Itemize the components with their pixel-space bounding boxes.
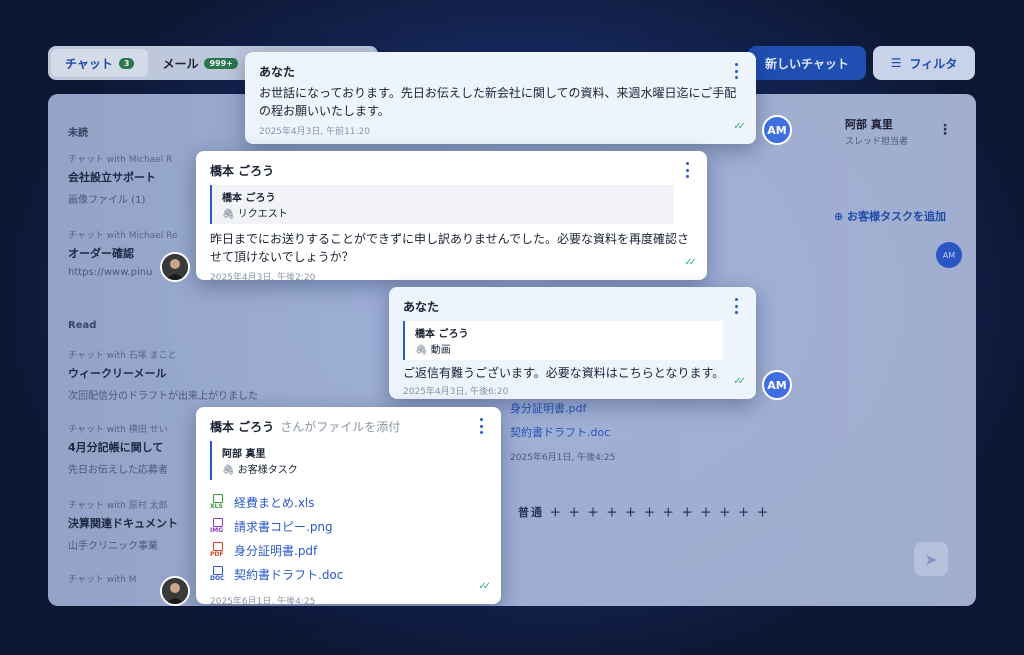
tab-mail[interactable]: メール 999+ — [148, 49, 251, 77]
unread-section-label: 未読 — [68, 128, 88, 139]
thread-menu-icon[interactable]: ⋮ — [938, 122, 952, 138]
paperclip-icon: 🖇 — [222, 465, 235, 476]
tab-chat-count: 3 — [118, 57, 135, 69]
reply-quote[interactable]: 橋本 ごろう 🖇 リクエスト — [210, 185, 674, 224]
list-item[interactable]: チャット with 石塚 まこと ウィークリーメール 次回配信分のドラフトが出来… — [68, 348, 408, 402]
read-check-icon: ✓✓ — [684, 257, 697, 268]
reply-quote[interactable]: 橋本 ごろう 🖇 動画 — [403, 321, 723, 360]
sender-name: あなた — [403, 300, 440, 314]
more-options-icon[interactable] — [475, 418, 487, 434]
attachment-list: XLS 経費まとめ.xls IMG 請求書コピー.png PDF 身分証明書.p… — [210, 490, 487, 586]
paperclip-icon: 🖇 — [415, 345, 428, 356]
avatar — [160, 252, 190, 282]
more-options-icon[interactable] — [730, 298, 742, 314]
filter-button[interactable]: ☰ フィルタ — [873, 46, 975, 80]
message-text: お世話になっております。先日お伝えした新会社に関しての資料、来週水曜日迄にご手配… — [259, 86, 737, 118]
message-time: 2025年6月1日, 午後4:25 — [510, 453, 616, 463]
pdf-file-icon: PDF — [210, 542, 226, 558]
sender-name: 橋本 ごろう — [210, 164, 275, 178]
file-link[interactable]: 契約書ドラフト.doc — [510, 424, 610, 440]
attachment-doc[interactable]: DOC 契約書ドラフト.doc — [210, 562, 487, 586]
sender-name: 橋本 ごろう さんがファイルを添付 — [210, 420, 401, 434]
message-time: 2025年4月3日, 午後6:20 — [403, 387, 509, 397]
attachment-xls[interactable]: XLS 経費まとめ.xls — [210, 490, 487, 514]
message-bubble-own: あなた 橋本 ごろう 🖇 動画 ご返信有難うございます。必要な資料はこちらとなりま… — [389, 287, 756, 399]
filter-icon: ☰ — [890, 56, 902, 70]
read-check-icon: ✓✓ — [733, 376, 746, 387]
doc-file-icon: DOC — [210, 566, 226, 582]
message-time: 2025年4月3日, 午後2:20 — [210, 273, 316, 283]
paperclip-icon: 🖇 — [222, 209, 235, 220]
new-chat-button[interactable]: 新しいチャット — [748, 46, 866, 80]
message-bubble: 橋本 ごろう 橋本 ごろう 🖇 リクエスト 昨日までにお送りすることができずに申し… — [196, 151, 707, 283]
thread-owner-name: 阿部 真里 — [845, 118, 893, 131]
send-button[interactable]: ➤ — [914, 542, 948, 576]
avatar — [160, 576, 190, 606]
tab-mail-count: 999+ — [204, 57, 238, 69]
message-time: 2025年6月1日, 午後4:25 — [210, 597, 316, 607]
avatar: AM — [936, 242, 962, 268]
tab-chat[interactable]: チャット 3 — [51, 49, 149, 77]
message-bubble-own: あなた お世話になっております。先日お伝えした新会社に関しての資料、来週水曜日迄… — [245, 52, 756, 144]
message-bubble: 橋本 ごろう さんがファイルを添付 阿部 真里 🖇 お客様タスク XLS 経費まとめ… — [196, 407, 501, 607]
avatar: AM — [762, 370, 792, 400]
reply-quote[interactable]: 阿部 真里 🖇 お客様タスク — [210, 441, 330, 480]
composer-input[interactable]: 普通 ＋ ＋ ＋ ＋ ＋ ＋ ＋ ＋ ＋ ＋ ＋ ＋ — [518, 504, 770, 520]
attachment-png[interactable]: IMG 請求書コピー.png — [210, 514, 487, 538]
more-options-icon[interactable] — [730, 63, 742, 79]
spreadsheet-file-icon: XLS — [210, 494, 226, 510]
add-task-button[interactable]: ⊕ お客様タスクを追加 — [834, 208, 946, 224]
image-file-icon: IMG — [210, 518, 226, 534]
attach-note: さんがファイルを添付 — [280, 420, 401, 434]
file-link[interactable]: 身分証明書.pdf — [510, 400, 586, 416]
message-text: 昨日までにお送りすることができずに申し訳ありませんでした。必要な資料を再度確認さ… — [210, 232, 690, 264]
more-options-icon[interactable] — [681, 162, 693, 178]
read-check-icon: ✓✓ — [733, 121, 746, 132]
sender-name: あなた — [259, 65, 296, 79]
send-icon: ➤ — [924, 549, 938, 569]
avatar: AM — [762, 115, 792, 145]
message-time: 2025年4月3日, 午前11:20 — [259, 127, 371, 137]
message-text: ご返信有難うございます。必要な資料はこちらとなります。 — [403, 366, 725, 380]
thread-owner-role: スレッド担当者 — [845, 137, 909, 147]
read-check-icon: ✓✓ — [478, 581, 491, 592]
read-section-label: Read — [68, 320, 97, 331]
attachment-pdf[interactable]: PDF 身分証明書.pdf — [210, 538, 487, 562]
